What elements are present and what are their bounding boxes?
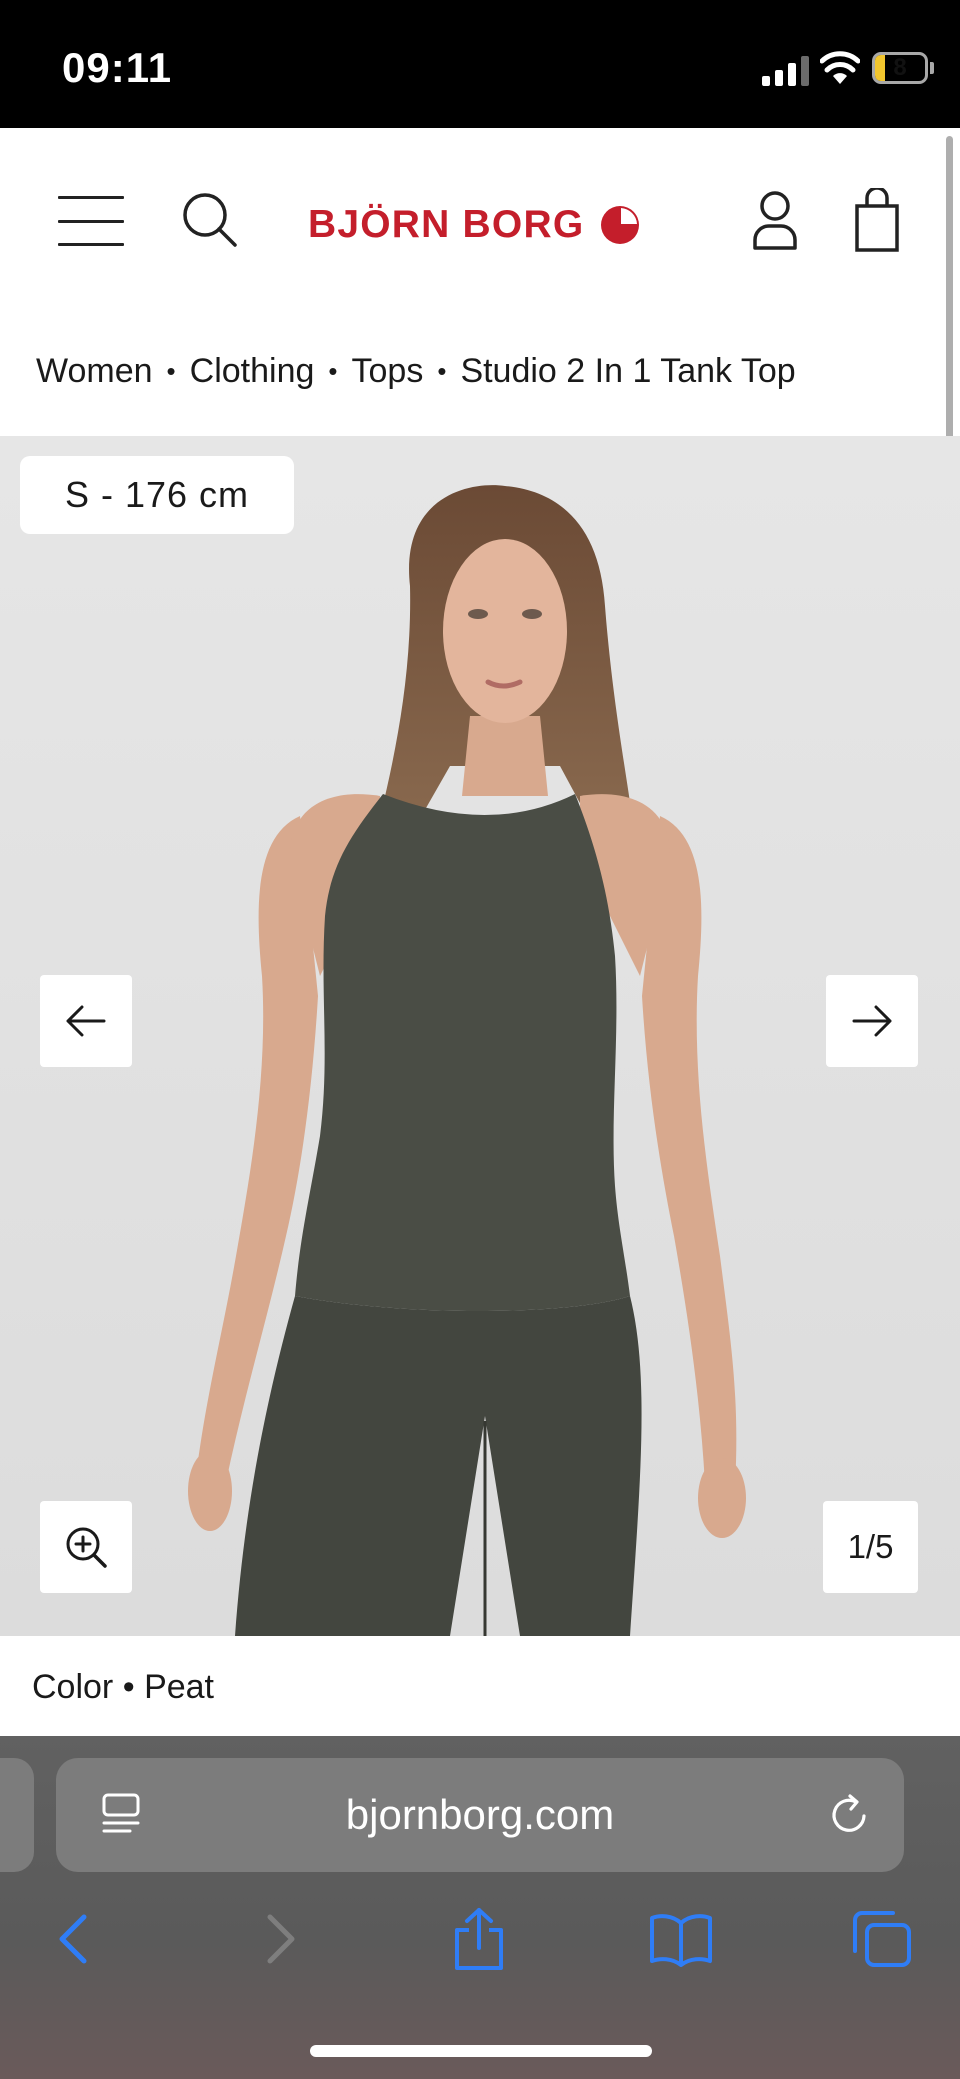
tabs-icon <box>853 1911 911 1967</box>
breadcrumb-current-product: Studio 2 In 1 Tank Top <box>460 352 796 390</box>
share-icon <box>455 1908 503 1970</box>
reload-icon[interactable] <box>826 1792 872 1838</box>
breadcrumb: Women • Clothing • Tops • Studio 2 In 1 … <box>36 352 796 391</box>
breadcrumb-separator: • <box>437 356 447 386</box>
brand-logo[interactable]: BJÖRN BORG <box>308 200 640 250</box>
chevron-left-icon <box>59 1914 87 1964</box>
zoom-button[interactable] <box>40 1501 132 1593</box>
breadcrumb-tops[interactable]: Tops <box>352 352 424 391</box>
breadcrumb-women[interactable]: Women <box>36 352 153 391</box>
breadcrumb-clothing[interactable]: Clothing <box>190 352 315 391</box>
battery-nub <box>930 62 934 74</box>
arrow-right-icon <box>852 1005 892 1037</box>
color-info: Color • Peat <box>32 1668 214 1707</box>
url-text: bjornborg.com <box>345 1791 615 1838</box>
next-image-button[interactable] <box>826 975 918 1067</box>
product-gallery[interactable]: S - 176 cm 1/5 <box>0 436 960 1636</box>
tabs-button[interactable] <box>846 1904 916 1974</box>
image-counter: 1/5 <box>823 1501 918 1593</box>
zoom-in-icon <box>66 1527 107 1568</box>
menu-line <box>58 196 124 199</box>
status-bar: 09:11 8 <box>0 0 960 128</box>
breadcrumb-separator: • <box>166 356 176 386</box>
menu-line <box>58 243 124 246</box>
account-icon[interactable] <box>752 188 798 254</box>
shopping-bag-icon[interactable] <box>854 188 900 254</box>
cellular-signal-icon <box>762 56 809 86</box>
arrow-left-icon <box>66 1005 106 1037</box>
chevron-right-icon <box>267 1914 295 1964</box>
battery-icon: 8 <box>872 52 928 84</box>
home-indicator[interactable] <box>310 2045 652 2057</box>
color-value: Peat <box>144 1668 215 1706</box>
wifi-icon <box>820 51 860 84</box>
site-header: BJÖRN BORG <box>0 128 960 318</box>
book-icon <box>650 1914 712 1967</box>
logo-mark-icon <box>601 206 640 244</box>
browser-toolbar: bjornborg.com <box>0 1736 960 2079</box>
menu-button[interactable] <box>58 196 124 246</box>
address-bar[interactable]: bjornborg.com <box>56 1758 904 1872</box>
bookmarks-button[interactable] <box>646 1904 716 1974</box>
menu-line <box>58 219 124 223</box>
forward-button[interactable] <box>246 1904 316 1974</box>
share-button[interactable] <box>444 1904 514 1974</box>
search-icon[interactable] <box>180 190 240 250</box>
back-button[interactable] <box>38 1904 108 1974</box>
model-size-badge: S - 176 cm <box>20 456 294 534</box>
status-time: 09:11 <box>62 44 173 91</box>
color-separator: • <box>122 1668 135 1706</box>
previous-image-button[interactable] <box>40 975 132 1067</box>
product-photo <box>0 436 960 1636</box>
color-label: Color <box>32 1668 114 1706</box>
breadcrumb-separator: • <box>328 356 338 386</box>
battery-level: 8 <box>893 54 907 81</box>
logo-text: BJÖRN BORG <box>308 203 585 246</box>
web-page: BJÖRN BORG Women • Clothing • Tops • Stu… <box>0 128 960 1736</box>
previous-tab-peek[interactable] <box>0 1758 34 1872</box>
